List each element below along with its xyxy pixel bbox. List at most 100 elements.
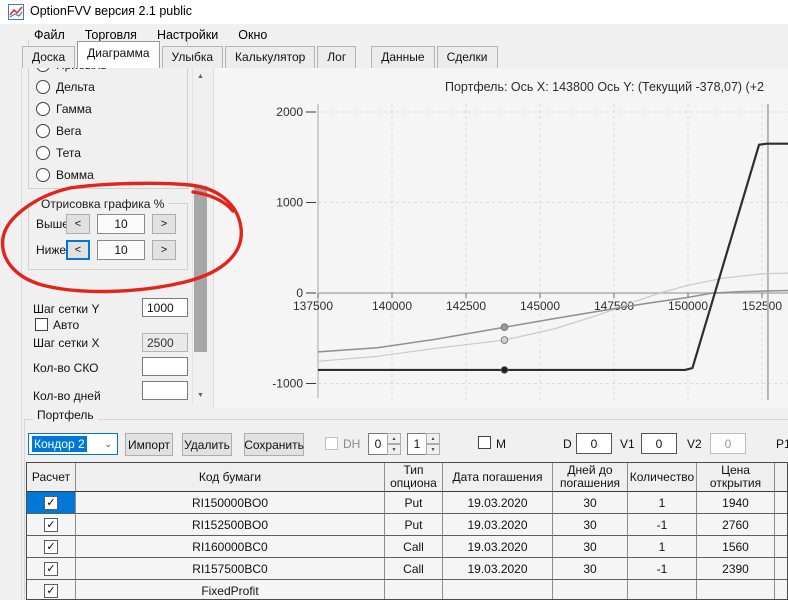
scroll-up-icon[interactable]: ▲ [193, 68, 208, 85]
save-button[interactable]: Сохранить [244, 433, 304, 456]
radio-row-Тета[interactable]: Тета [36, 146, 107, 160]
draw-row-1: Выше <10 > [36, 214, 176, 234]
window-title: OptionFVV версия 2.1 public [30, 4, 192, 18]
tab-2[interactable]: Диаграмма [77, 41, 160, 68]
spinner2-down-icon[interactable]: ▼ [426, 444, 440, 455]
table-cell[interactable]: RI160000BC0 [76, 536, 385, 558]
row-checkbox[interactable]: ✓ [44, 539, 58, 554]
table-cell[interactable]: 1 [628, 536, 697, 558]
table-cell[interactable] [553, 580, 628, 599]
table-cell[interactable] [775, 580, 787, 599]
row-checkbox[interactable]: ✓ [44, 583, 58, 598]
increase-button[interactable]: > [152, 214, 176, 234]
decrease-button[interactable]: < [66, 214, 90, 234]
import-button[interactable]: Импорт [125, 433, 173, 456]
tab-3[interactable]: Улыбка [161, 46, 224, 68]
table-cell[interactable]: 1 [628, 492, 697, 514]
row-checkbox[interactable]: ✓ [44, 495, 58, 510]
sko-input[interactable] [142, 357, 188, 376]
table-cell[interactable]: 30 [553, 514, 628, 536]
v1-field[interactable]: 0 [641, 433, 677, 454]
table-cell[interactable]: FixedProfit [76, 580, 385, 599]
row-calc-cell[interactable]: ✓ [27, 558, 76, 580]
chevron-down-icon[interactable]: ⌄ [104, 439, 112, 450]
delete-button[interactable]: Удалить [182, 433, 232, 456]
auto-checkbox[interactable] [35, 318, 48, 331]
positions-table[interactable]: Расчет Код бумаги Тип опциона Дата погашени… [26, 462, 788, 600]
table-cell[interactable]: -1 [628, 558, 697, 580]
tab-4[interactable]: Калькулятор [225, 46, 316, 68]
table-cell[interactable]: 30 [553, 492, 628, 514]
scrollbar-thumb[interactable] [194, 186, 207, 352]
row-checkbox[interactable]: ✓ [44, 517, 58, 532]
table-cell[interactable]: RI150000BO0 [76, 492, 385, 514]
spinner1-value[interactable]: 0 [368, 433, 387, 455]
radio-label: Дельта [56, 80, 95, 94]
table-cell[interactable] [697, 580, 775, 599]
dh-spinner-1[interactable]: 0 ▲ ▼ [368, 433, 401, 455]
table-cell[interactable]: 19.03.2020 [443, 492, 553, 514]
table-cell[interactable]: 19.03.2020 [443, 558, 553, 580]
table-cell[interactable]: 30 [553, 558, 628, 580]
table-cell[interactable] [443, 580, 553, 599]
grid-y-input[interactable]: 1000 [142, 298, 188, 317]
table-cell[interactable] [775, 514, 787, 536]
spinner1-down-icon[interactable]: ▼ [387, 444, 401, 455]
table-cell[interactable]: 19.03.2020 [443, 536, 553, 558]
panel-scrollbar[interactable]: ▲ ▼ [192, 68, 208, 404]
table-cell[interactable] [775, 536, 787, 558]
row-calc-cell[interactable]: ✓ [27, 514, 76, 536]
scroll-down-icon[interactable]: ▼ [193, 387, 208, 404]
table-row[interactable]: ✓ RI157500BC0 Call 19.03.2020 30 -1 2390 [27, 558, 787, 580]
table-cell[interactable]: RI152500BO0 [76, 514, 385, 536]
dh-spinner-2[interactable]: 1 ▲ ▼ [407, 433, 440, 455]
row-calc-cell[interactable]: ✓ [27, 536, 76, 558]
table-cell[interactable] [775, 492, 787, 514]
table-cell[interactable]: 1560 [697, 536, 775, 558]
table-cell[interactable] [628, 580, 697, 599]
spinner2-value[interactable]: 1 [407, 433, 426, 455]
tab-6[interactable]: Данные [371, 46, 435, 68]
table-row[interactable]: ✓ RI152500BO0 Put 19.03.2020 30 -1 2760 [27, 514, 787, 536]
table-row[interactable]: ✓ FixedProfit [27, 580, 787, 599]
table-cell[interactable]: Call [385, 558, 443, 580]
radio-row-Гамма[interactable]: Гамма [36, 102, 107, 116]
v1-label: V1 [620, 437, 635, 451]
row-calc-cell[interactable]: ✓ [27, 492, 76, 514]
column-header: Количество [628, 463, 697, 492]
table-cell[interactable]: 2760 [697, 514, 775, 536]
tab-5[interactable]: Лог [317, 46, 357, 68]
table-cell[interactable] [775, 558, 787, 580]
x-tick-label: 140000 [372, 299, 412, 313]
radio-row-Вомма[interactable]: Вомма [36, 168, 107, 182]
table-row[interactable]: ✓ RI150000BO0 Put 19.03.2020 30 1 1940 [27, 492, 787, 514]
row-calc-cell[interactable]: ✓ [27, 580, 76, 599]
m-checkbox[interactable] [478, 436, 491, 449]
radio-row-Вега[interactable]: Вега [36, 124, 107, 138]
days-input[interactable] [142, 381, 188, 400]
row-checkbox[interactable]: ✓ [44, 561, 58, 576]
table-cell[interactable]: 1940 [697, 492, 775, 514]
spinner1-up-icon[interactable]: ▲ [387, 433, 401, 444]
table-cell[interactable]: RI157500BC0 [76, 558, 385, 580]
table-row[interactable]: ✓ RI160000BC0 Call 19.03.2020 30 1 1560 [27, 536, 787, 558]
increase-button[interactable]: > [152, 240, 176, 260]
table-cell[interactable]: Put [385, 492, 443, 514]
percent-field[interactable]: 10 [97, 240, 145, 260]
tab-1[interactable]: Доска [22, 46, 76, 68]
table-cell[interactable] [385, 580, 443, 599]
percent-field[interactable]: 10 [97, 214, 145, 234]
decrease-button[interactable]: < [66, 240, 90, 260]
spinner2-up-icon[interactable]: ▲ [426, 433, 440, 444]
table-cell[interactable]: Call [385, 536, 443, 558]
table-cell[interactable]: 2390 [697, 558, 775, 580]
payoff-chart[interactable]: 200010000-1000137500 140000 142500 145000 14… [214, 68, 788, 408]
table-cell[interactable]: -1 [628, 514, 697, 536]
tab-7[interactable]: Сделки [436, 46, 498, 68]
table-cell[interactable]: 19.03.2020 [443, 514, 553, 536]
table-cell[interactable]: Put [385, 514, 443, 536]
d-field[interactable]: 0 [576, 433, 612, 454]
radio-row-Дельта[interactable]: Дельта [36, 80, 107, 94]
portfolio-combobox[interactable]: Кондор 2 ⌄ [28, 433, 118, 455]
table-cell[interactable]: 30 [553, 536, 628, 558]
